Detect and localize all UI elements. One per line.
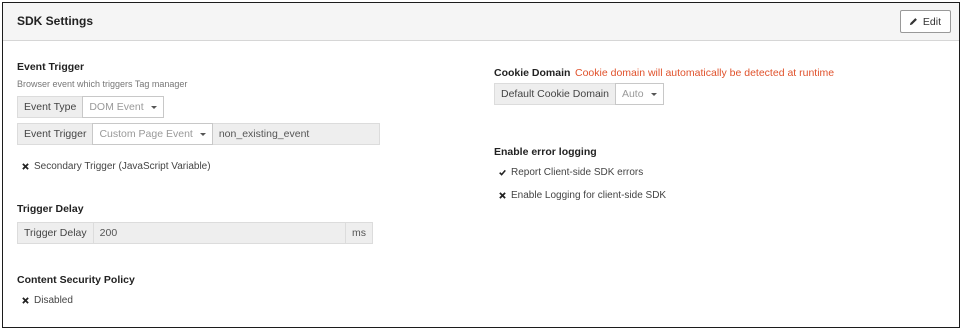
caret-down-icon <box>150 105 157 109</box>
trigger-delay-title: Trigger Delay <box>17 203 84 215</box>
panel-title: SDK Settings <box>17 14 94 28</box>
event-trigger-value: non_existing_event <box>218 128 310 140</box>
trigger-delay-group: Trigger Delay 200 ms <box>17 222 373 244</box>
event-trigger-label: Event Trigger <box>18 124 93 144</box>
event-trigger-title: Event Trigger <box>17 61 85 73</box>
cookie-domain-value: Auto <box>621 88 644 100</box>
cookie-domain-title: Cookie Domain <box>494 67 571 79</box>
cross-icon <box>499 192 506 199</box>
cookie-domain-label: Default Cookie Domain <box>495 84 615 104</box>
edit-button-label: Edit <box>922 15 941 28</box>
trigger-delay-unit: ms <box>345 223 372 243</box>
csp-status-label: Disabled <box>34 295 73 306</box>
check-icon <box>499 169 506 176</box>
csp-title: Content Security Policy <box>17 274 135 286</box>
sdk-settings-panel: SDK Settings Edit Event Trigger Browser … <box>2 2 960 328</box>
report-errors-label: Report Client-side SDK errors <box>511 167 644 178</box>
report-errors-item: Report Client-side SDK errors <box>499 167 643 178</box>
event-type-dropdown[interactable]: DOM Event <box>82 96 164 118</box>
trigger-delay-label: Trigger Delay <box>18 223 93 243</box>
caret-down-icon <box>199 132 206 136</box>
trigger-delay-value: 200 <box>92 223 345 243</box>
error-logging-title: Enable error logging <box>494 146 597 158</box>
panel-header: SDK Settings Edit <box>3 3 959 41</box>
event-type-label: Event Type <box>18 97 83 117</box>
event-type-value: DOM Event <box>89 101 144 113</box>
event-trigger-help: Browser event which triggers Tag manager <box>17 79 188 89</box>
enable-logging-label: Enable Logging for client-side SDK <box>511 190 667 201</box>
cookie-domain-dropdown[interactable]: Auto <box>614 83 664 105</box>
secondary-trigger-label: Secondary Trigger (JavaScript Variable) <box>34 161 211 172</box>
enable-logging-item: Enable Logging for client-side SDK <box>499 190 666 201</box>
cookie-domain-warning: Cookie domain will automatically be dete… <box>575 67 835 79</box>
cross-icon <box>22 297 29 304</box>
event-trigger-select-value: Custom Page Event <box>99 128 193 140</box>
cookie-domain-group: Default Cookie Domain Auto <box>494 83 664 105</box>
event-type-group: Event Type DOM Event <box>17 96 164 118</box>
event-trigger-dropdown[interactable]: Custom Page Event <box>92 123 213 145</box>
cross-icon <box>22 163 29 170</box>
event-trigger-group: Event Trigger Custom Page Event non_exis… <box>17 123 380 145</box>
caret-down-icon <box>650 92 657 96</box>
csp-status-item: Disabled <box>22 295 73 306</box>
pencil-icon <box>909 18 917 26</box>
secondary-trigger-item: Secondary Trigger (JavaScript Variable) <box>22 161 211 172</box>
edit-button[interactable]: Edit <box>899 10 951 33</box>
